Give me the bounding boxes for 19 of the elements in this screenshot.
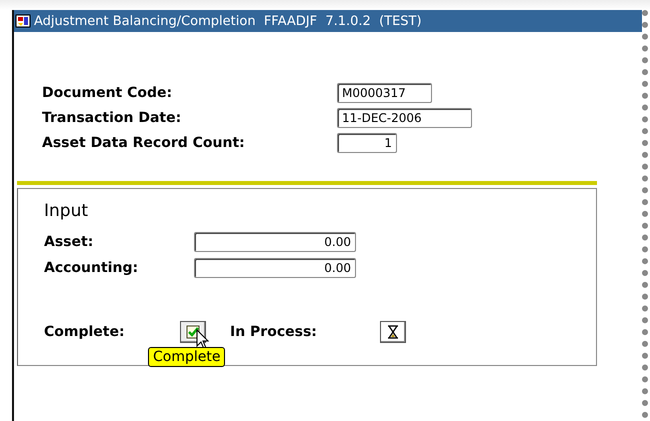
field-label: Accounting: xyxy=(44,260,140,276)
field-label: Asset Data Record Count: xyxy=(42,135,246,151)
hourglass-icon xyxy=(387,325,399,339)
input-field[interactable]: 11-DEC-2006 xyxy=(337,108,472,128)
field-label: Transaction Date: xyxy=(42,110,182,126)
window-title: Adjustment Balancing/Completion FFAADJF 7.1.0.2 (TEST) xyxy=(34,14,422,28)
checkmark-icon xyxy=(186,325,200,339)
field-label: Complete: xyxy=(44,324,126,340)
input-field[interactable]: 1 xyxy=(337,133,397,153)
panel-title: Input xyxy=(44,201,90,221)
input-field[interactable]: 0.00 xyxy=(194,258,356,278)
tooltip: Complete xyxy=(148,347,226,367)
field-label: Document Code: xyxy=(42,85,174,101)
input-field[interactable]: 0.00 xyxy=(194,232,356,252)
input-field[interactable]: M0000317 xyxy=(337,83,432,103)
app-icon xyxy=(15,13,31,29)
in-process-button[interactable] xyxy=(380,321,406,343)
field-label: In Process: xyxy=(230,324,318,340)
field-label: Asset: xyxy=(44,234,94,250)
